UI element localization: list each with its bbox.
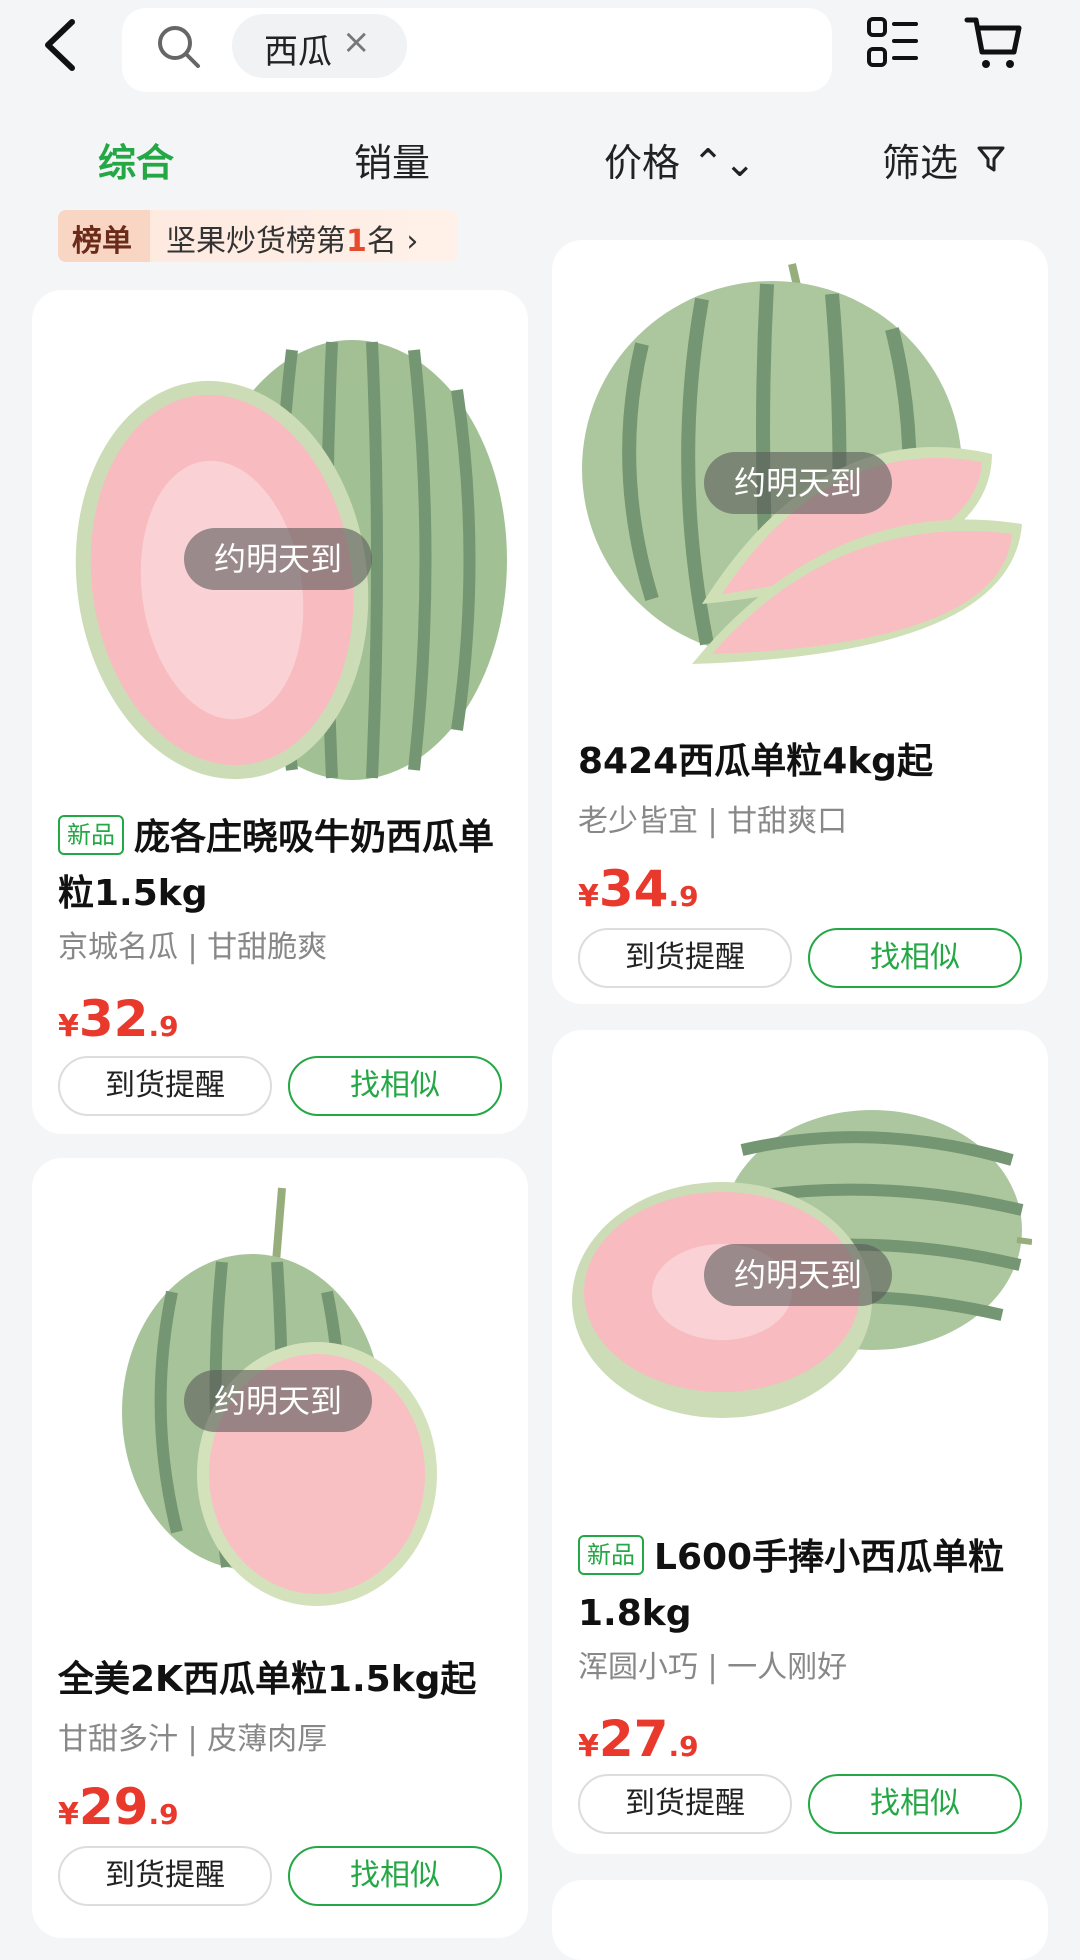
product-title: 全美2K西瓜单粒1.5kg起 bbox=[58, 1659, 477, 1700]
product-price: ¥34.9 bbox=[578, 860, 699, 918]
cart-icon[interactable] bbox=[964, 12, 1024, 72]
search-icon bbox=[158, 26, 200, 68]
tab-price[interactable]: 价格 ⌃⌄ bbox=[604, 132, 756, 187]
clear-keyword-icon[interactable]: × bbox=[342, 22, 371, 62]
back-button[interactable] bbox=[38, 14, 88, 76]
product-card[interactable]: 约明天到 8424西瓜单粒4kg起 老少皆宜 | 甘甜爽口 ¥34.9 到货提醒… bbox=[552, 240, 1048, 1004]
product-subtitle: 甘甜多汁 | 皮薄肉厚 bbox=[58, 1722, 328, 1757]
find-similar-button[interactable]: 找相似 bbox=[288, 1056, 502, 1116]
filter-icon bbox=[977, 146, 1005, 172]
arrival-reminder-button[interactable]: 到货提醒 bbox=[58, 1056, 272, 1116]
delivery-eta-badge: 约明天到 bbox=[704, 452, 893, 514]
arrival-reminder-button[interactable]: 到货提醒 bbox=[578, 1774, 792, 1834]
product-subtitle: 老少皆宜 | 甘甜爽口 bbox=[578, 804, 848, 839]
ranking-badge[interactable]: 榜单 坚果炒货榜第1名 › bbox=[58, 210, 458, 262]
chevron-right-icon: › bbox=[406, 224, 419, 259]
tab-sales[interactable]: 销量 bbox=[354, 132, 430, 187]
search-keyword: 西瓜 bbox=[264, 32, 332, 72]
search-keyword-tag[interactable]: 西瓜 × bbox=[232, 14, 407, 78]
product-card[interactable]: 约明天到 全美2K西瓜单粒1.5kg起 甘甜多汁 | 皮薄肉厚 ¥29.9 到货… bbox=[32, 1158, 528, 1938]
product-price: ¥32.9 bbox=[58, 990, 179, 1048]
product-price: ¥29.9 bbox=[58, 1778, 179, 1836]
tab-filter[interactable]: 筛选 bbox=[882, 132, 1006, 187]
delivery-eta-badge: 约明天到 bbox=[184, 528, 373, 590]
tab-filter-label: 筛选 bbox=[882, 141, 959, 185]
find-similar-button[interactable]: 找相似 bbox=[808, 1774, 1022, 1834]
arrival-reminder-button[interactable]: 到货提醒 bbox=[58, 1846, 272, 1906]
tab-price-label: 价格 ⌃⌄ bbox=[604, 141, 756, 185]
product-subtitle: 京城名瓜 | 甘甜脆爽 bbox=[58, 930, 328, 965]
product-title: 8424西瓜单粒4kg起 bbox=[578, 741, 933, 782]
product-card[interactable]: 约明天到 新品 庞各庄晓吸牛奶西瓜单粒1.5kg 京城名瓜 | 甘甜脆爽 ¥32.… bbox=[32, 290, 528, 1134]
search-bar[interactable]: 西瓜 × bbox=[122, 8, 832, 92]
new-badge: 新品 bbox=[578, 1535, 644, 1575]
product-subtitle: 浑圆小巧 | 一人刚好 bbox=[578, 1650, 848, 1685]
list-view-icon[interactable] bbox=[866, 16, 920, 72]
find-similar-button[interactable]: 找相似 bbox=[288, 1846, 502, 1906]
product-card-partial[interactable] bbox=[552, 1880, 1048, 1960]
delivery-eta-badge: 约明天到 bbox=[184, 1370, 373, 1432]
delivery-eta-badge: 约明天到 bbox=[704, 1244, 893, 1306]
back-icon bbox=[45, 19, 75, 71]
product-title: 新品 L600手捧小西瓜单粒1.8kg bbox=[578, 1535, 1005, 1634]
product-title: 新品 庞各庄晓吸牛奶西瓜单粒1.5kg bbox=[58, 815, 495, 914]
ranking-tag: 榜单 bbox=[58, 210, 150, 262]
product-card[interactable]: 约明天到 新品 L600手捧小西瓜单粒1.8kg 浑圆小巧 | 一人刚好 ¥27.… bbox=[552, 1030, 1048, 1854]
product-price: ¥27.9 bbox=[578, 1710, 699, 1768]
find-similar-button[interactable]: 找相似 bbox=[808, 928, 1022, 988]
new-badge: 新品 bbox=[58, 815, 124, 855]
tab-comprehensive[interactable]: 综合 bbox=[98, 132, 174, 187]
arrival-reminder-button[interactable]: 到货提醒 bbox=[578, 928, 792, 988]
ranking-text: 坚果炒货榜第1名 › bbox=[166, 224, 419, 259]
